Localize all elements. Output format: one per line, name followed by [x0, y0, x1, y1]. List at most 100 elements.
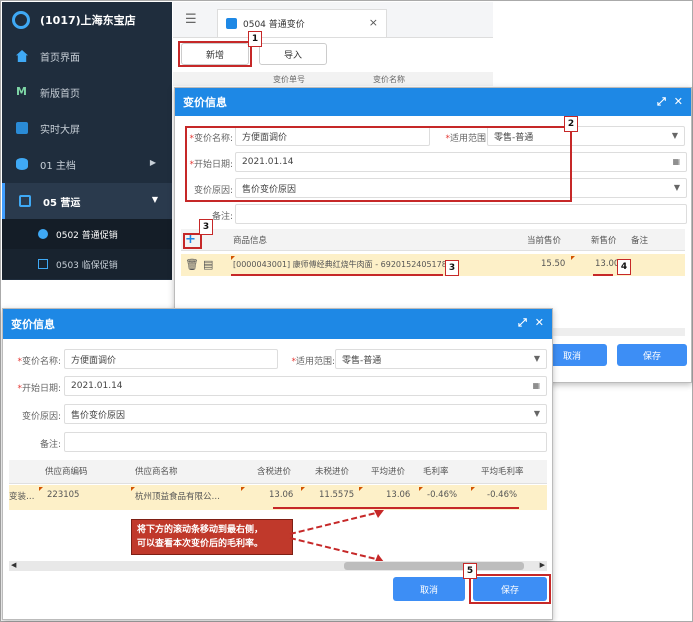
cancel-button[interactable]: 取消 — [393, 577, 465, 601]
annotation-marker-2: 2 — [564, 116, 578, 132]
import-button[interactable]: 导入 — [259, 43, 327, 65]
edited-marker — [301, 487, 305, 491]
column-header: 当前售价 — [527, 236, 562, 246]
annotation-marker-3b: 3 — [445, 260, 459, 276]
annotation-callout: 将下方的滚动条移动到最右侧， 可以查看本次变价后的毛利率。 — [131, 519, 293, 555]
sidebar-subitem-0503[interactable]: 0503 临保促销 — [2, 249, 172, 279]
product-cell: 变装… — [9, 492, 35, 502]
store-name: (1017)上海东宝店 — [40, 14, 136, 27]
chevron-down-icon: ▼ — [533, 354, 540, 363]
close-tab-icon[interactable]: × — [369, 16, 378, 29]
annotation-box-1 — [178, 41, 252, 67]
column-header: 含税进价 — [257, 467, 292, 477]
sidebar-item-home[interactable]: 首页界面 — [2, 38, 172, 74]
annotation-box-2 — [185, 126, 572, 202]
edited-marker — [571, 256, 575, 260]
tax-price-cell: 13.06 — [269, 490, 294, 500]
annotation-marker-3a: 3 — [199, 219, 213, 235]
chevron-down-icon: ▼ — [151, 195, 158, 204]
annotation-box-5 — [469, 574, 551, 604]
chevron-down-icon: ▼ — [673, 183, 680, 192]
logo-icon — [12, 11, 30, 29]
scrollbar-thumb[interactable] — [344, 562, 524, 570]
sidebar-item-dashboard[interactable]: 实时大屏 — [2, 110, 172, 146]
tab-0504[interactable]: 0504 普通变价 × — [217, 9, 387, 37]
sidebar-item-label: 0502 普通促销 — [56, 230, 118, 241]
supplier-name-cell: 杭州顶益食品有限公… — [135, 492, 221, 502]
date-label: *开始日期: — [17, 384, 61, 394]
product-table-header: + 商品信息 当前售价 新售价 备注 — [181, 229, 685, 251]
column-header: 毛利率 — [423, 467, 449, 477]
home-icon — [16, 50, 28, 62]
scope-label: *适用范围: — [291, 357, 335, 367]
sidebar-item-label: 01 主档 — [40, 160, 76, 172]
detail-icon[interactable]: ▤ — [203, 258, 213, 271]
sidebar-item-operations[interactable]: 05 营运 ▼ — [2, 183, 172, 219]
scope-select[interactable]: 零售-普通 ▼ — [335, 349, 547, 369]
hamburger-menu-icon[interactable]: ☰ — [185, 12, 197, 27]
scroll-right-icon: ▶ — [539, 561, 545, 569]
chevron-down-icon: ▼ — [533, 409, 540, 418]
annotation-marker-1: 1 — [248, 31, 262, 47]
expand-icon[interactable]: ⤢ — [518, 316, 527, 330]
column-header: 变价单号 — [273, 75, 305, 84]
name-input[interactable]: 方便面调价 — [64, 349, 278, 369]
new-price-cell[interactable]: 13.00 — [595, 259, 619, 269]
column-header: 变价名称 — [373, 75, 405, 84]
delete-icon[interactable]: 🗑 — [185, 258, 199, 271]
column-header: 备注 — [631, 236, 649, 246]
start-date-input[interactable]: 2021.01.14 ▦ — [64, 376, 547, 396]
column-header: 商品信息 — [233, 236, 268, 246]
sidebar-item-label: 05 营运 — [43, 197, 81, 209]
sidebar-item-label: 新版首页 — [40, 88, 80, 100]
sidebar-item-label: 实时大屏 — [40, 124, 80, 136]
sidebar-item-label: 0503 临保促销 — [56, 260, 118, 271]
database-icon — [16, 158, 28, 170]
sidebar-item-master[interactable]: 01 主档 ▶ — [2, 146, 172, 182]
sidebar: (1017)上海东宝店 首页界面 M 新版首页 实时大屏 01 主档 ▶ 05 … — [2, 2, 172, 280]
avg-price-cell: 13.06 — [386, 490, 411, 500]
sidebar-item-label: 首页界面 — [40, 52, 80, 64]
monitor-icon — [19, 195, 31, 207]
edited-marker — [471, 487, 475, 491]
column-header: 供应商名称 — [135, 467, 178, 477]
scroll-left-icon: ◀ — [11, 561, 17, 569]
edited-marker — [39, 487, 43, 491]
column-header: 平均进价 — [371, 467, 406, 477]
save-button[interactable]: 保存 — [617, 344, 687, 366]
margin-cell: -0.46% — [427, 490, 458, 500]
product-row[interactable]: 🗑 ▤ [0000043001] 康师傅经典红烧牛肉面 - 6920152405… — [181, 254, 685, 276]
remark-input[interactable] — [235, 204, 687, 224]
column-header: 未税进价 — [315, 467, 350, 477]
supplier-code-cell: 223105 — [47, 490, 80, 500]
annotation-marker-5: 5 — [463, 563, 477, 579]
supplier-table-header: 供应商编码 供应商名称 含税进价 未税进价 平均进价 毛利率 平均毛利率 — [9, 460, 547, 484]
reason-label: 变价原因: — [21, 412, 61, 422]
annotation-underline-4 — [593, 274, 613, 276]
remark-input[interactable] — [64, 432, 547, 452]
chevron-right-icon: ▶ — [149, 158, 156, 167]
notax-price-cell: 11.5575 — [319, 490, 355, 500]
tag-icon — [38, 259, 48, 269]
avg-margin-cell: -0.46% — [487, 490, 518, 500]
sidebar-subitem-0502[interactable]: 0502 普通促销 — [2, 219, 172, 249]
tab-title: 0504 普通变价 — [243, 20, 305, 30]
scrollbar[interactable] — [547, 328, 685, 336]
chevron-down-icon: ▼ — [671, 131, 678, 140]
reason-select[interactable]: 售价变价原因 ▼ — [64, 404, 547, 424]
product-cell: [0000043001] 康师傅经典红烧牛肉面 - 6920152405178 — [233, 260, 447, 269]
close-icon[interactable]: ✕ — [674, 95, 683, 109]
edited-marker — [419, 487, 423, 491]
list-header: 变价单号 变价名称 — [173, 72, 493, 86]
close-icon[interactable]: ✕ — [535, 316, 544, 330]
name-label: *变价名称: — [17, 357, 61, 367]
sidebar-item-new-home[interactable]: M 新版首页 — [2, 74, 172, 110]
callout-arrows — [289, 510, 384, 564]
expand-icon[interactable]: ⤢ — [657, 95, 666, 109]
current-price-cell: 15.50 — [541, 259, 566, 269]
remark-label: 备注: — [39, 440, 61, 450]
dialog-header: 变价信息 ⤢ ✕ — [175, 88, 691, 116]
annotation-underline-3 — [231, 274, 443, 276]
store-header: (1017)上海东宝店 — [2, 2, 172, 38]
dialog-title: 变价信息 — [11, 318, 55, 331]
